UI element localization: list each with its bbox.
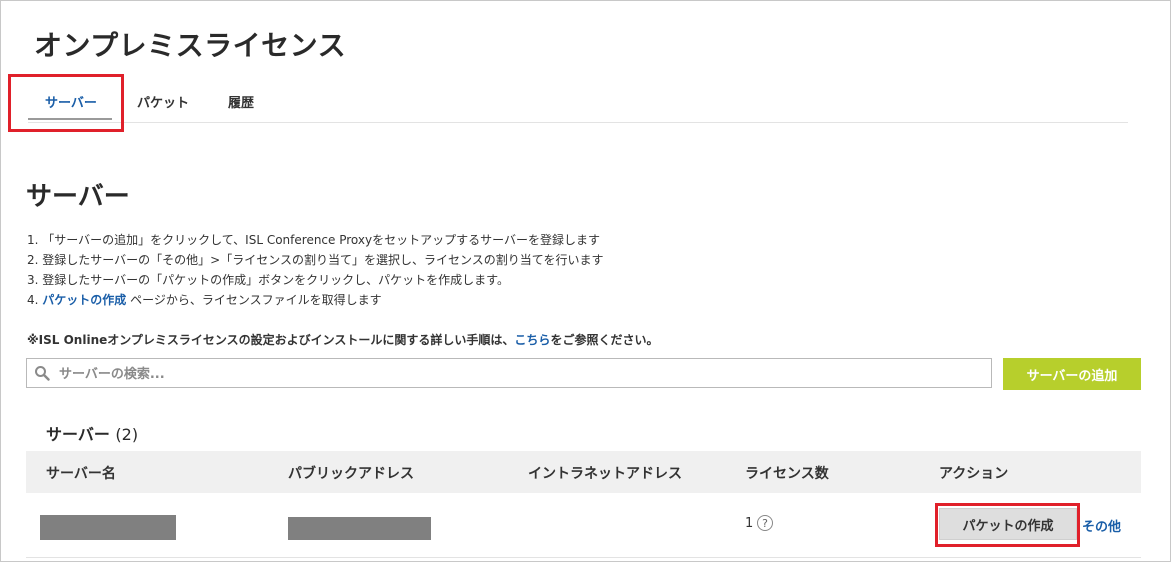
step-1: 1. 「サーバーの追加」をクリックして、ISL Conference Proxy… [27, 233, 600, 247]
license-count-value: 1 [745, 516, 754, 531]
step-4: 4. パケットの作成 ページから、ライセンスファイルを取得します [27, 290, 603, 310]
redacted-server-name [40, 515, 176, 540]
column-action: アクション [939, 466, 1009, 482]
tab-packet[interactable]: パケット [137, 92, 189, 111]
step-4-suffix: ページから、ライセンスファイルを取得します [126, 293, 382, 307]
column-public-address: パブリックアドレス [288, 466, 414, 482]
page-title: オンプレミスライセンス [34, 29, 347, 62]
search-input[interactable] [57, 362, 981, 386]
server-count: (2) [115, 425, 139, 444]
instructions: 1. 「サーバーの追加」をクリックして、ISL Conference Proxy… [27, 230, 603, 310]
step-2: 2. 登録したサーバーの「その他」>「ライセンスの割り当て」を選択し、ライセンス… [27, 253, 604, 267]
table-header: サーバー名 パブリックアドレス イントラネットアドレス ライセンス数 アクション [26, 451, 1141, 493]
highlight-box-create-packet [935, 503, 1080, 547]
highlight-box-server-tab [8, 74, 124, 132]
search-icon [35, 366, 50, 381]
column-license-count: ライセンス数 [745, 466, 829, 482]
create-packet-link[interactable]: パケットの作成 [42, 293, 126, 307]
step-4-prefix: 4. [27, 293, 43, 307]
server-list-label: サーバー [46, 425, 110, 444]
section-title: サーバー [26, 182, 130, 212]
note-prefix: ※ISL Onlineオンプレミスライセンスの設定およびインストールに関する詳し… [27, 333, 515, 347]
column-intranet-address: イントラネットアドレス [528, 466, 682, 482]
search-box [26, 358, 992, 388]
tab-history[interactable]: 履歴 [228, 92, 254, 111]
column-server-name: サーバー名 [46, 466, 116, 482]
server-list-title: サーバー (2) [46, 421, 138, 445]
details-link[interactable]: こちら [514, 333, 550, 347]
other-menu-link[interactable]: その他 [1082, 516, 1121, 535]
add-server-button[interactable]: サーバーの追加 [1003, 358, 1141, 390]
step-3: 3. 登録したサーバーの「パケットの作成」ボタンをクリックし、パケットを作成しま… [27, 273, 509, 287]
note-suffix: をご参照ください。 [550, 333, 659, 347]
setup-note: ※ISL Onlineオンプレミスライセンスの設定およびインストールに関する詳し… [27, 331, 658, 348]
help-icon[interactable]: ? [757, 515, 773, 531]
redacted-public-address [288, 517, 431, 540]
tab-bar: サーバー パケット 履歴 [28, 80, 1128, 123]
